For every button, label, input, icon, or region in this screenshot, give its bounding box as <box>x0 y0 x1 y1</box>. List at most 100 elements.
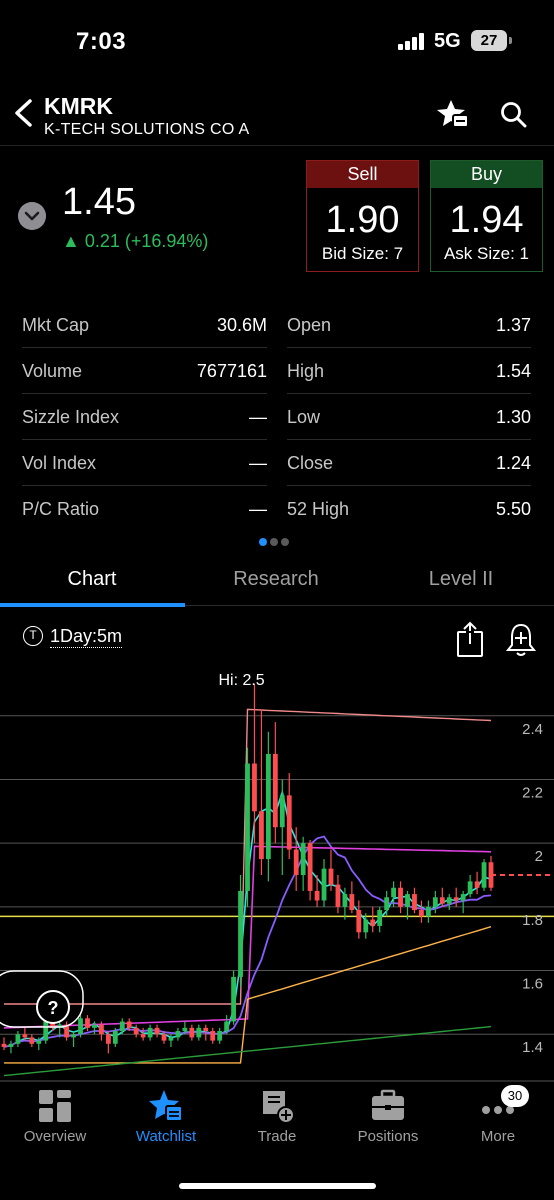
nav-trade[interactable]: Trade <box>222 1088 332 1145</box>
stat-value: — <box>249 407 267 427</box>
stat-value: 5.50 <box>495 499 531 519</box>
stat-value: — <box>249 499 267 519</box>
candle-body <box>412 894 417 911</box>
buy-button[interactable]: Buy 1.94 Ask Size: 1 <box>430 160 543 272</box>
y-tick-label: 1.8 <box>522 912 543 929</box>
nav-more[interactable]: More <box>443 1088 553 1145</box>
y-tick-label: 1.6 <box>522 976 543 993</box>
buy-label: Buy <box>431 161 542 188</box>
chart-toolbar: T 1Day:5m <box>0 620 554 662</box>
candle-body <box>210 1031 216 1041</box>
candle-body <box>203 1027 209 1032</box>
add-alert-icon[interactable] <box>505 620 537 658</box>
study-badge-icon[interactable]: T <box>23 626 43 646</box>
tab-chart[interactable]: Chart <box>0 568 184 591</box>
candle-body <box>1 1043 7 1047</box>
page-indicator[interactable] <box>259 533 292 551</box>
candle-body <box>377 910 383 926</box>
nav-watchlist[interactable]: Watchlist <box>111 1088 221 1145</box>
stock-header: KMRK K-TECH SOLUTIONS CO A <box>0 84 554 146</box>
stat-row: Vol Index — <box>22 440 267 486</box>
positions-icon <box>372 1089 404 1120</box>
overview-icon <box>39 1090 71 1122</box>
candle-body <box>126 1021 132 1028</box>
stat-label: Mkt Cap <box>22 315 90 335</box>
candle-body <box>370 919 376 926</box>
stat-label: Sizzle Index <box>22 407 120 427</box>
nav-positions[interactable]: Positions <box>333 1088 443 1145</box>
tab-indicator <box>0 603 185 607</box>
candle-body <box>446 897 452 904</box>
candle-body <box>474 881 480 888</box>
candle-body <box>425 906 431 917</box>
stat-row: Volume 7677161 <box>22 348 267 394</box>
search-icon[interactable] <box>500 101 528 129</box>
stat-value: 1.30 <box>495 407 531 427</box>
candle-body <box>175 1031 181 1038</box>
stat-label: High <box>287 361 325 381</box>
candle-body <box>279 795 285 828</box>
y-tick-label: 2 <box>535 848 543 865</box>
stat-row: Low 1.30 <box>287 394 531 440</box>
stat-value: — <box>249 453 267 473</box>
stat-label: Open <box>287 315 332 335</box>
candle-body <box>307 843 313 891</box>
candle-body <box>265 753 271 860</box>
stat-label: Low <box>287 407 321 427</box>
back-arrow-icon[interactable] <box>10 96 40 130</box>
nav-overview[interactable]: Overview <box>0 1088 110 1145</box>
candle-body <box>300 843 306 875</box>
watchlist-star-icon[interactable] <box>436 98 470 130</box>
stat-row: High 1.54 <box>287 348 531 394</box>
stat-label: P/C Ratio <box>22 499 100 519</box>
home-indicator[interactable] <box>179 1183 376 1189</box>
stat-row: Sizzle Index — <box>22 394 267 440</box>
candle-body <box>356 910 362 933</box>
watchlist-icon <box>149 1090 183 1122</box>
candle-body <box>245 763 250 891</box>
stat-label: Close <box>287 453 334 473</box>
candle-body <box>22 1034 28 1038</box>
expand-chevron-icon[interactable] <box>18 202 46 230</box>
tab-research[interactable]: Research <box>184 568 368 591</box>
trade-icon <box>263 1091 295 1124</box>
candle-body <box>168 1037 174 1041</box>
candle-body <box>272 753 278 828</box>
candle-body <box>460 894 466 901</box>
candle-body <box>314 890 320 901</box>
stat-label: Vol Index <box>22 453 97 473</box>
candle-body <box>8 1043 14 1047</box>
stat-label: Volume <box>22 361 83 381</box>
candle-body <box>92 1024 97 1028</box>
share-icon[interactable] <box>455 620 485 658</box>
candle-body <box>112 1031 118 1044</box>
candle-body <box>488 862 494 888</box>
candle-body <box>78 1018 83 1035</box>
candle-body <box>105 1034 111 1044</box>
stat-value: 1.54 <box>495 361 531 381</box>
stat-row: Mkt Cap 30.6M <box>22 302 267 348</box>
ask-size: Ask Size: 1 <box>443 244 530 263</box>
interval-selector[interactable]: 1Day:5m <box>50 626 123 648</box>
stat-row: 52 High 5.50 <box>287 486 531 532</box>
candle-body <box>147 1027 153 1038</box>
bid-size: Bid Size: 7 <box>321 244 404 263</box>
candle-body <box>349 894 355 911</box>
stat-value: 1.37 <box>495 315 531 335</box>
candle-body <box>217 1031 223 1041</box>
candle-body <box>99 1024 104 1035</box>
cellular-signal-icon <box>398 33 424 50</box>
candle-body <box>453 897 459 901</box>
sell-button[interactable]: Sell 1.90 Bid Size: 7 <box>306 160 419 272</box>
candle-body <box>321 868 327 901</box>
candle-body <box>119 1021 125 1032</box>
candle-body <box>328 868 334 885</box>
event-marker-label: ? <box>48 998 59 1018</box>
candle-body <box>36 1040 42 1044</box>
candle-body <box>293 849 299 875</box>
battery-icon: 27 <box>471 30 512 51</box>
price-change: ▲ 0.21 (+16.94%) <box>62 231 209 251</box>
tab-level-ii[interactable]: Level II <box>369 568 553 591</box>
price-chart[interactable]: 2.4 2.2 2 1.8 1.6 1.4 Hi: 2.5? <box>0 668 554 1082</box>
notification-badge: 30 <box>501 1085 529 1107</box>
